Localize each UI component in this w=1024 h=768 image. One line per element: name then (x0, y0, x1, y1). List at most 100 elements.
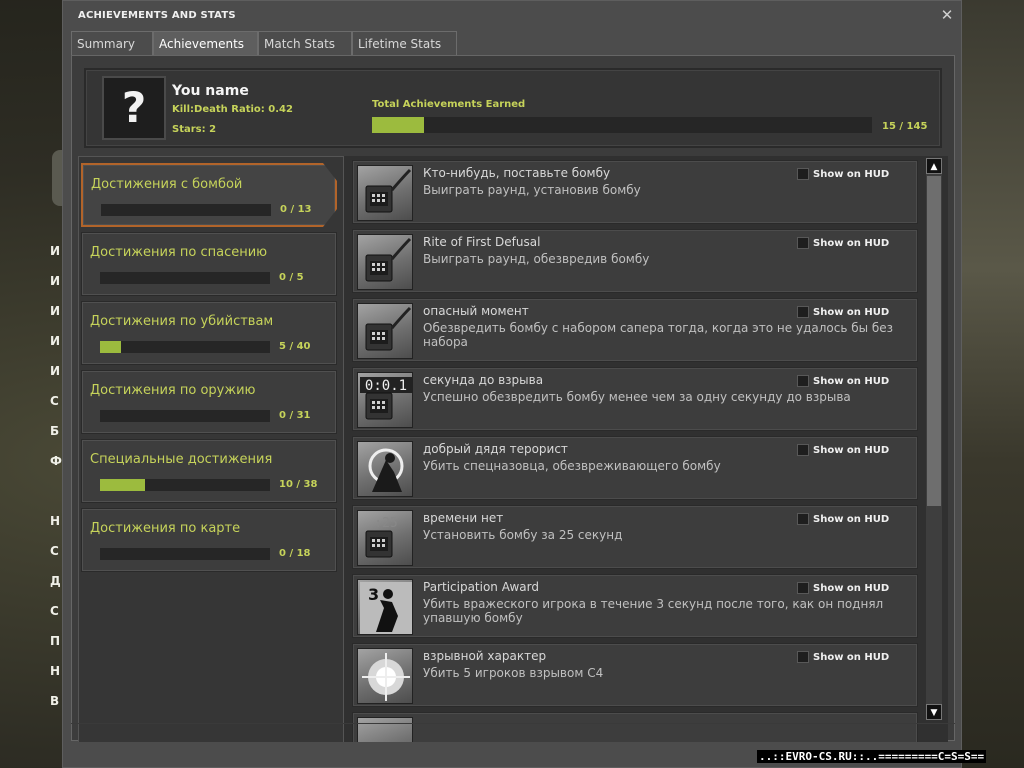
total-progress-fill (372, 117, 424, 133)
achievement-description: Выиграть раунд, установив бомбу (423, 183, 641, 197)
category-item[interactable]: Достижения по спасению 0 / 5 (81, 232, 337, 296)
show-on-hud-label: Show on HUD (813, 376, 890, 387)
checkbox-icon[interactable] (797, 237, 809, 249)
show-on-hud-checkbox[interactable]: Show on HUD (797, 651, 889, 663)
c4-explosion-icon (357, 648, 413, 704)
scrollbar[interactable]: ▲ ▼ (926, 158, 942, 720)
tab-summary[interactable]: Summary (71, 31, 153, 55)
show-on-hud-checkbox[interactable]: Show on HUD (797, 513, 889, 525)
category-count: 0 / 13 (280, 204, 312, 215)
category-count: 0 / 18 (279, 548, 311, 559)
category-item[interactable]: Достижения по карте 0 / 18 (81, 508, 337, 572)
close-icon[interactable]: ✕ (939, 7, 955, 23)
stars-count: Stars: 2 (172, 124, 217, 135)
timer-001-icon: 0:0.1 (357, 372, 413, 428)
show-on-hud-label: Show on HUD (813, 445, 890, 456)
achievement-item: 0:0.1 секунда до взрыва Успешно обезвредит… (352, 367, 918, 431)
pickup-kill-icon: 3 (357, 579, 413, 635)
kill-death-ratio: Kill:Death Ratio: 0.42 (172, 104, 293, 115)
checkbox-icon[interactable] (797, 444, 809, 456)
c4-defuse-icon (357, 234, 413, 290)
dialog-title: ACHIEVEMENTS AND STATS (78, 10, 236, 21)
timer-25-icon: :25 (357, 510, 413, 566)
checkbox-icon[interactable] (797, 582, 809, 594)
avatar: ? (102, 76, 166, 140)
kill-defuser-icon (357, 441, 413, 497)
achievement-title: времени нет (423, 511, 504, 525)
achievement-list: Кто-нибудь, поставьте бомбу Выиграть раун… (344, 156, 948, 742)
achievement-title: секунда до взрыва (423, 373, 544, 387)
achievement-title: Кто-нибудь, поставьте бомбу (423, 166, 611, 180)
total-achievements-count: 15 / 145 (882, 121, 928, 132)
show-on-hud-label: Show on HUD (813, 652, 890, 663)
achievement-item: добрый дядя терорист Убить спецназовца, о… (352, 436, 918, 500)
achievement-item: Rite of First Defusal Выиграть раунд, обе… (352, 229, 918, 293)
category-label: Достижения по спасению (90, 245, 268, 260)
watermark-text: ..::EVRO-CS.RU::..=========C=S=S== (757, 750, 987, 763)
category-item[interactable]: Специальные достижения 10 / 38 (81, 439, 337, 503)
show-on-hud-label: Show on HUD (813, 514, 890, 525)
achievement-item: 3 Participation Award Убить вражеского игр… (352, 574, 918, 638)
tab-achievements[interactable]: Achievements (153, 31, 258, 56)
show-on-hud-checkbox[interactable]: Show on HUD (797, 306, 889, 318)
checkbox-icon[interactable] (797, 168, 809, 180)
scroll-down-icon[interactable]: ▼ (926, 704, 942, 720)
scroll-thumb[interactable] (927, 176, 941, 506)
total-progress-bar (372, 117, 872, 133)
category-label: Специальные достижения (90, 452, 273, 467)
category-label: Достижения с бомбой (91, 177, 243, 192)
achievement-title: опасный момент (423, 304, 529, 318)
achievement-title: добрый дядя терорист (423, 442, 568, 456)
category-progress-bar (100, 548, 270, 560)
achievement-description: Убить вражеского игрока в течение 3 секу… (423, 597, 884, 625)
achievement-title: Participation Award (423, 580, 539, 594)
scroll-up-icon[interactable]: ▲ (926, 158, 942, 174)
achievement-description: Выиграть раунд, обезвредив бомбу (423, 252, 650, 266)
svg-text::25: :25 (374, 516, 397, 531)
category-progress-bar (100, 479, 270, 491)
category-progress-bar (100, 410, 270, 422)
category-item[interactable]: Достижения по убийствам 5 / 40 (81, 301, 337, 365)
show-on-hud-label: Show on HUD (813, 583, 890, 594)
svg-text:3: 3 (368, 585, 379, 604)
category-label: Достижения по убийствам (90, 314, 274, 329)
checkbox-icon[interactable] (797, 513, 809, 525)
category-count: 10 / 38 (279, 479, 318, 490)
category-progress-bar (101, 204, 271, 216)
checkbox-icon[interactable] (797, 306, 809, 318)
checkbox-icon[interactable] (797, 651, 809, 663)
show-on-hud-checkbox[interactable]: Show on HUD (797, 375, 889, 387)
background-scenery (962, 0, 1024, 768)
achievement-item: взрывной характер Убить 5 игроков взрывом… (352, 643, 918, 707)
show-on-hud-checkbox[interactable]: Show on HUD (797, 444, 889, 456)
category-count: 0 / 31 (279, 410, 311, 421)
category-progress-bar (100, 341, 270, 353)
show-on-hud-label: Show on HUD (813, 307, 890, 318)
defuse-kit-icon (357, 303, 413, 359)
achievements-panel: ? You name Kill:Death Ratio: 0.42 Stars:… (71, 55, 955, 742)
category-item[interactable]: Достижения с бомбой 0 / 13 (81, 163, 337, 227)
show-on-hud-checkbox[interactable]: Show on HUD (797, 237, 889, 249)
category-count: 0 / 5 (279, 272, 304, 283)
category-item[interactable]: Достижения по оружию 0 / 31 (81, 370, 337, 434)
show-on-hud-checkbox[interactable]: Show on HUD (797, 168, 889, 180)
achievements-dialog: ACHIEVEMENTS AND STATS ✕ Summary Achieve… (62, 0, 962, 768)
achievement-item: :25 времени нет Установить бомбу за 25 сек… (352, 505, 918, 569)
tab-lifetime-stats[interactable]: Lifetime Stats (352, 31, 457, 55)
achievement-description: Успешно обезвредить бомбу менее чем за о… (423, 390, 851, 404)
total-achievements-label: Total Achievements Earned (372, 99, 526, 110)
show-on-hud-checkbox[interactable]: Show on HUD (797, 582, 889, 594)
c4-plant-icon (357, 165, 413, 221)
checkbox-icon[interactable] (797, 375, 809, 387)
category-progress-fill (100, 341, 122, 353)
tab-match-stats[interactable]: Match Stats (258, 31, 352, 55)
achievement-description: Убить 5 игроков взрывом C4 (423, 666, 604, 680)
player-name: You name (172, 83, 249, 99)
achievement-title: Rite of First Defusal (423, 235, 541, 249)
show-on-hud-label: Show on HUD (813, 169, 890, 180)
category-progress-fill (100, 479, 145, 491)
achievement-description: Убить спецназовца, обезвреживающего бомб… (423, 459, 721, 473)
achievement-description: Обезвредить бомбу с набором сапера тогда… (423, 321, 894, 349)
category-list: Достижения с бомбой 0 / 13 Достижения по с… (78, 156, 344, 742)
achievement-item: опасный момент Обезвредить бомбу с наборо… (352, 298, 918, 362)
